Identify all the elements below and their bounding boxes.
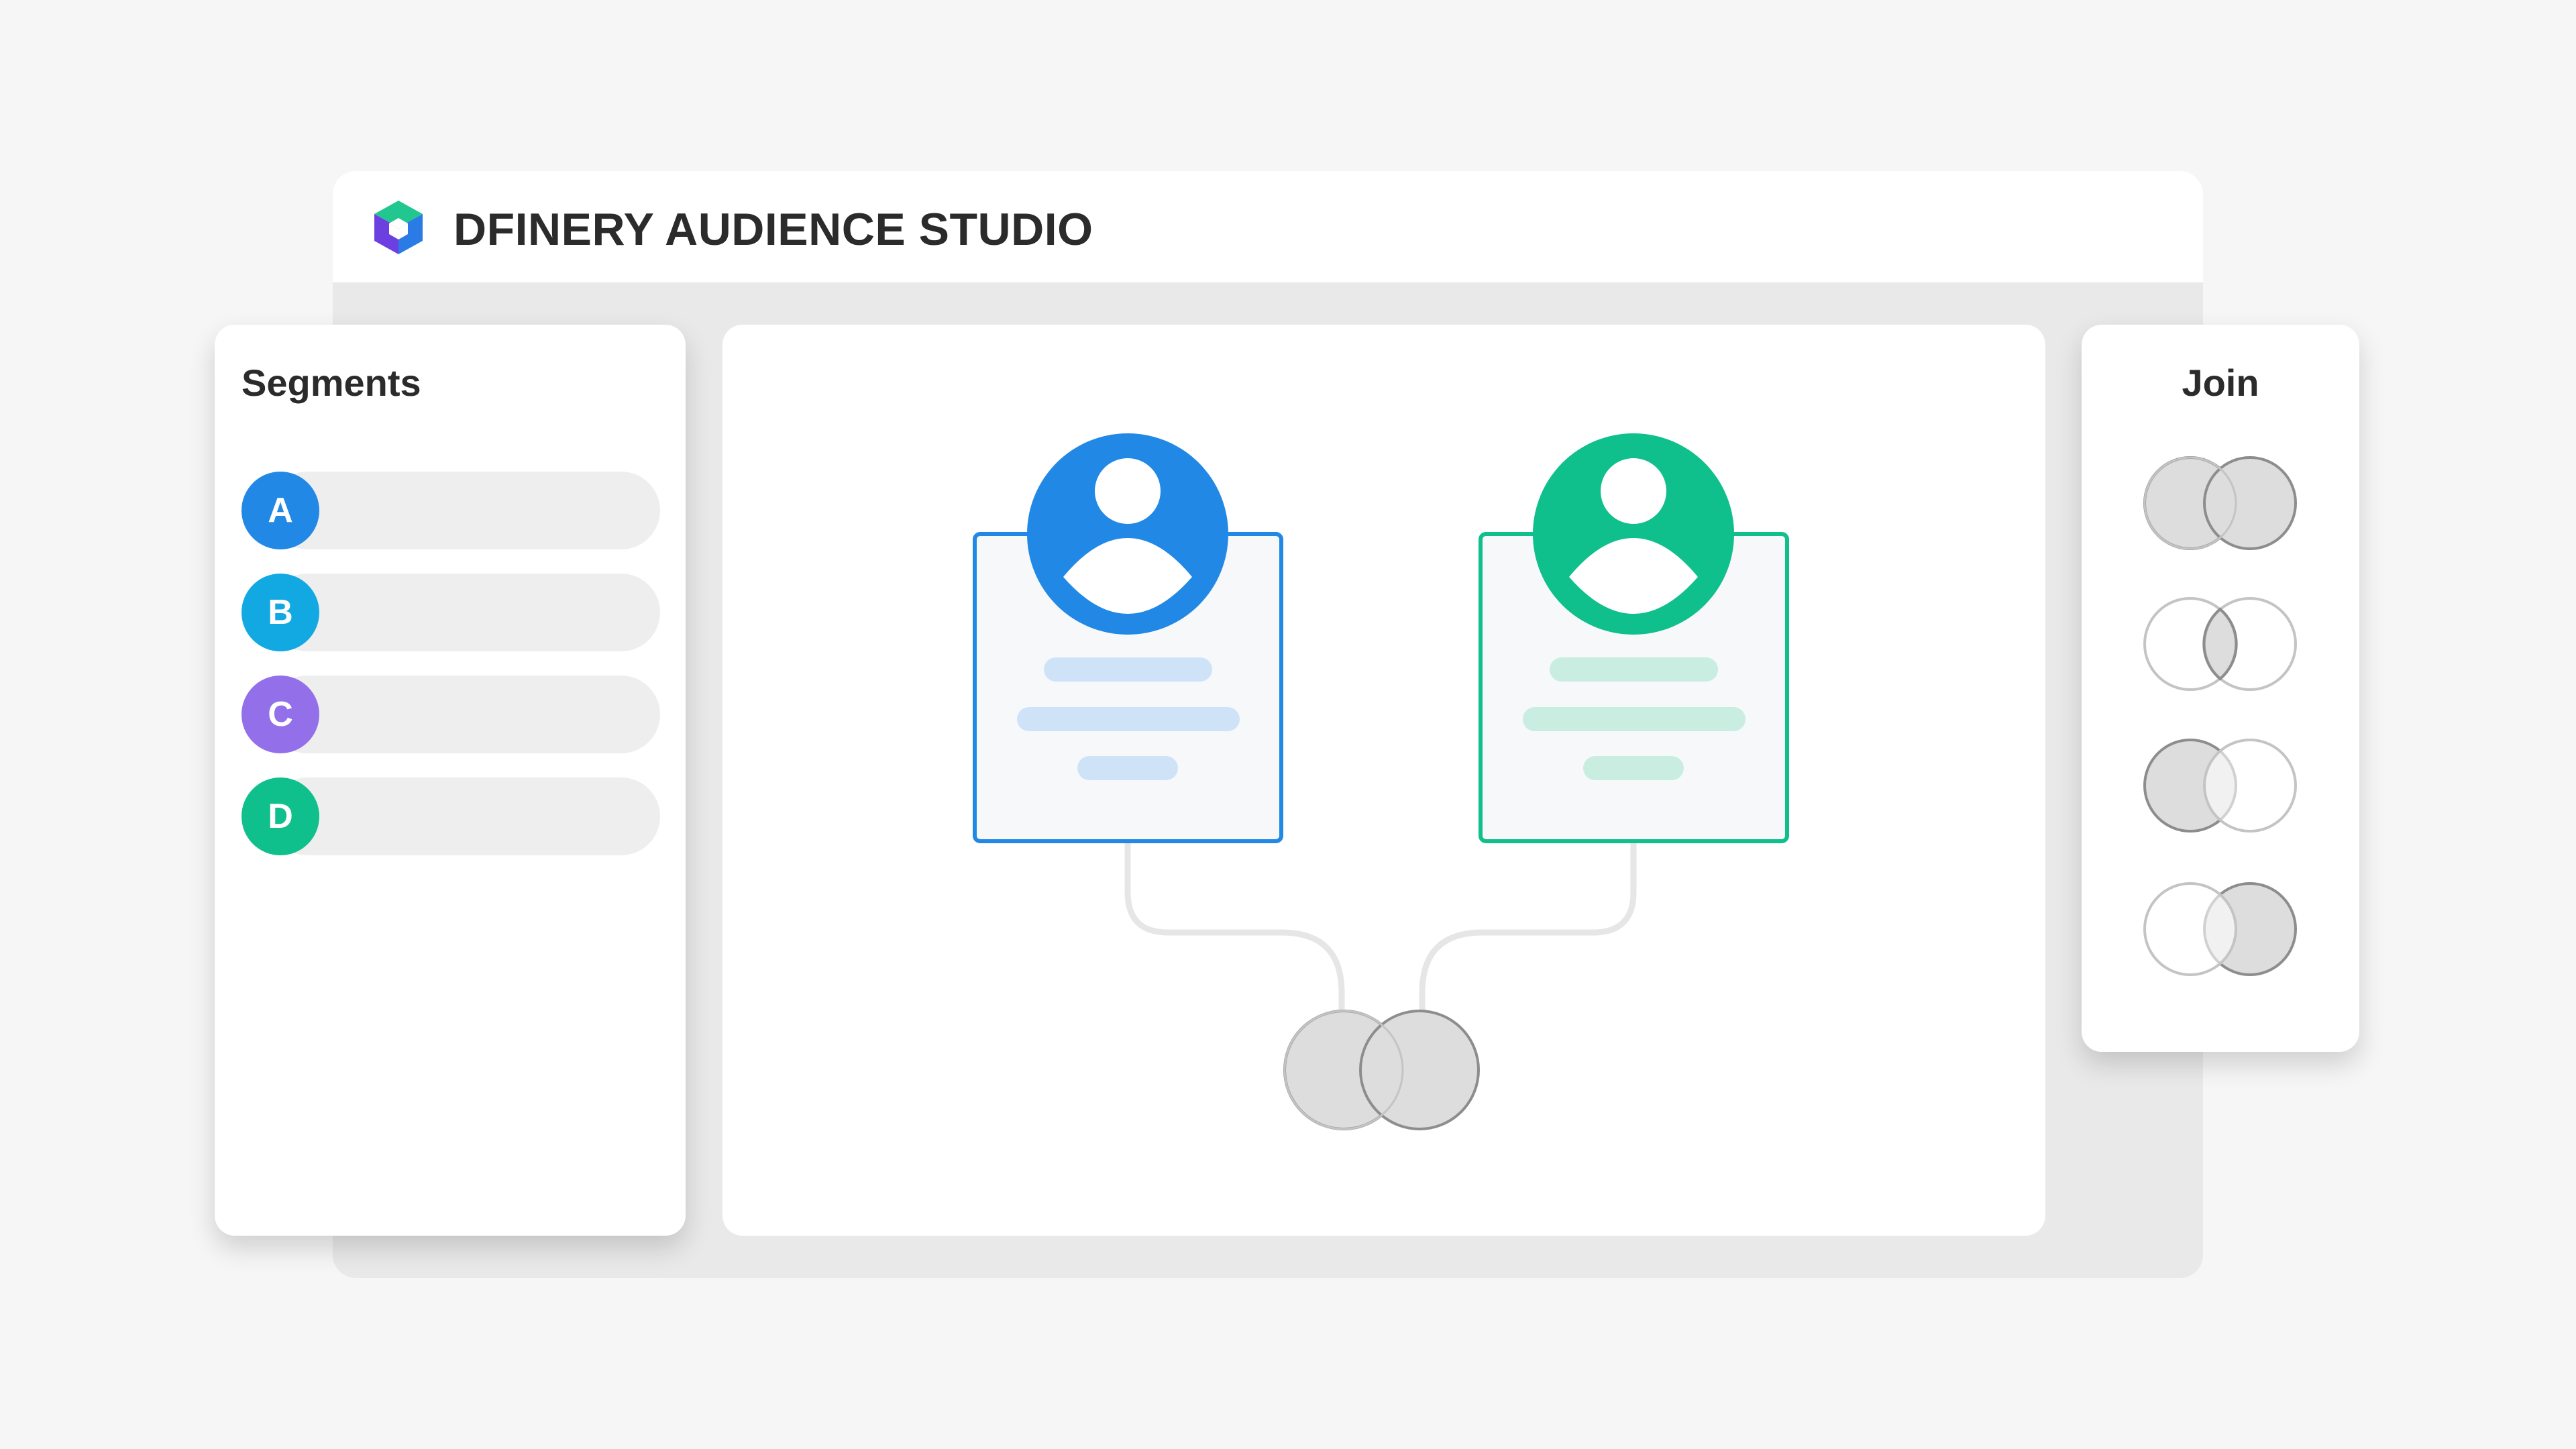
segment-badge-b: B [241, 574, 319, 651]
join-option-union[interactable] [2143, 456, 2297, 550]
segment-bar [268, 472, 660, 549]
card-line [1044, 657, 1212, 682]
segment-bar [268, 777, 660, 855]
app-title: DFINERY AUDIENCE STUDIO [453, 204, 1093, 255]
segments-heading: Segments [241, 362, 421, 404]
card-line [1583, 756, 1684, 780]
segment-item-d[interactable]: D [241, 777, 660, 855]
card-line [1523, 707, 1746, 731]
segments-panel: Segments A B C D [215, 325, 686, 1236]
venn-left-icon [2143, 739, 2297, 833]
join-heading: Join [2182, 362, 2259, 404]
card-line [1077, 756, 1178, 780]
card-line [1017, 707, 1240, 731]
segment-item-a[interactable]: A [241, 472, 660, 549]
segment-item-c[interactable]: C [241, 676, 660, 753]
card-line [1550, 657, 1718, 682]
segment-bar [268, 574, 660, 651]
segment-badge-a: A [241, 472, 319, 549]
venn-right-icon [2143, 882, 2297, 976]
cube-logo-icon [374, 201, 423, 254]
venn-union-icon[interactable] [1283, 1010, 1480, 1130]
user-avatar-icon [1027, 433, 1228, 635]
user-avatar-icon [1533, 433, 1734, 635]
segment-badge-d: D [241, 777, 319, 855]
join-option-right[interactable] [2143, 882, 2297, 976]
venn-union-icon [2143, 456, 2297, 550]
segment-item-b[interactable]: B [241, 574, 660, 651]
stage: DFINERY AUDIENCE STUDIO Segments A B C D… [0, 0, 2576, 1449]
join-option-left[interactable] [2143, 739, 2297, 833]
title-bar: DFINERY AUDIENCE STUDIO [333, 171, 2203, 282]
segment-bar [268, 676, 660, 753]
segment-badge-c: C [241, 676, 319, 753]
